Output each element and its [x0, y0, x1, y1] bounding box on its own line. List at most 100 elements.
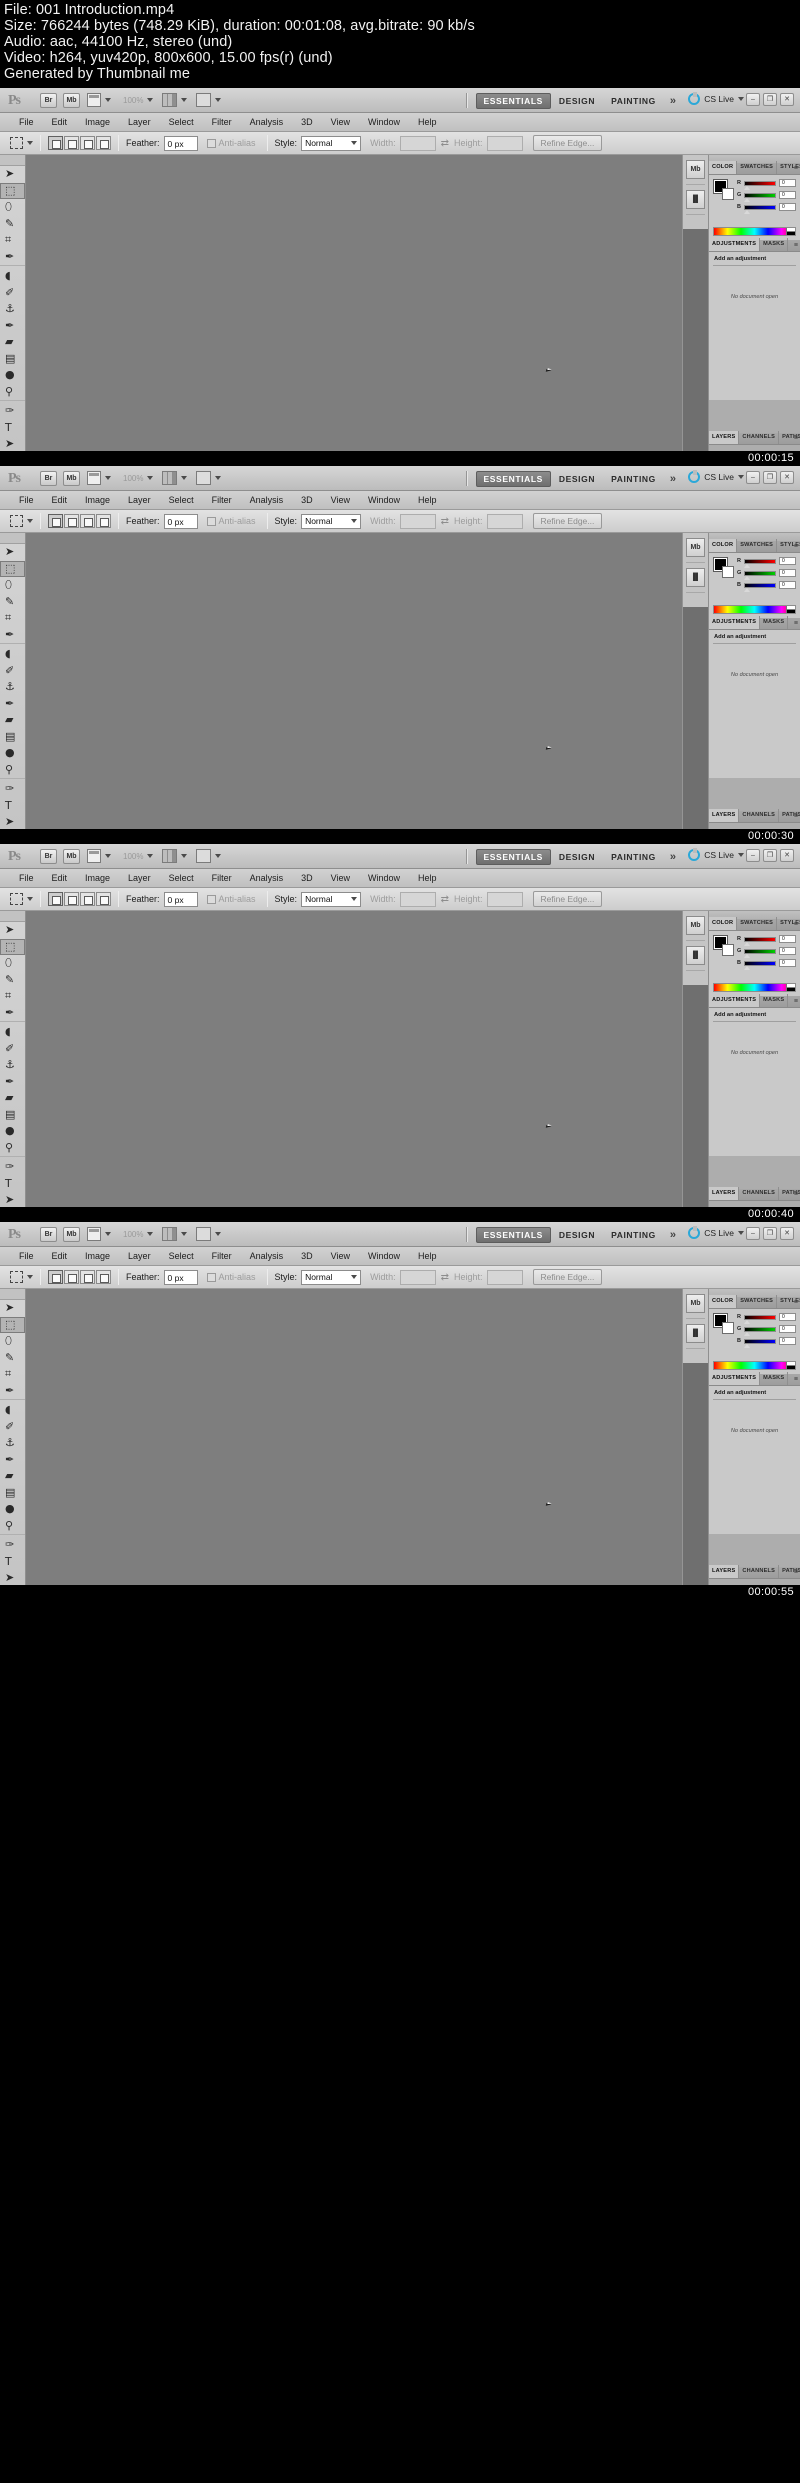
menu-item-3d[interactable]: 3D: [292, 869, 322, 888]
tab-channels[interactable]: CHANNELS: [739, 1187, 780, 1200]
subtract-from-selection-button[interactable]: [80, 1270, 95, 1284]
mini-bridge-button[interactable]: Mb: [63, 470, 80, 486]
history-brush-tool[interactable]: ✒: [0, 318, 25, 335]
height-input[interactable]: [486, 135, 523, 151]
workspace-tab-design[interactable]: DESIGN: [551, 93, 603, 109]
width-input[interactable]: [399, 1269, 436, 1285]
minimize-button[interactable]: –: [746, 1227, 760, 1240]
channel-value-g[interactable]: 0: [779, 1325, 796, 1333]
mini-bridge-rail-icon[interactable]: Mb: [686, 916, 705, 935]
tab-adjustments[interactable]: ADJUSTMENTS: [709, 238, 761, 251]
mini-bridge-rail-icon[interactable]: Mb: [686, 160, 705, 179]
menu-item-layer[interactable]: Layer: [119, 113, 160, 132]
lasso-tool[interactable]: ⬯: [0, 199, 25, 216]
menu-item-help[interactable]: Help: [409, 1247, 446, 1266]
channel-slider-b[interactable]: [744, 1338, 776, 1348]
menu-item-image[interactable]: Image: [76, 491, 119, 510]
subtract-from-selection-button[interactable]: [80, 136, 95, 150]
path-selection-tool[interactable]: ➤: [0, 436, 25, 451]
feather-input[interactable]: 0 px: [163, 513, 198, 529]
tab-layers[interactable]: LAYERS: [709, 809, 740, 822]
screen-mode-icon[interactable]: [196, 849, 212, 863]
menu-item-3d[interactable]: 3D: [292, 113, 322, 132]
menu-item-file[interactable]: File: [10, 113, 43, 132]
channel-value-b[interactable]: 0: [779, 1337, 796, 1345]
quick-selection-tool[interactable]: ✎: [0, 972, 25, 989]
pen-tool[interactable]: ✑: [0, 1537, 25, 1554]
slider-thumb[interactable]: [744, 1343, 750, 1348]
marquee-tool-icon[interactable]: [10, 137, 23, 149]
menu-item-image[interactable]: Image: [76, 113, 119, 132]
workspace-tab-painting[interactable]: PAINTING: [603, 1227, 664, 1243]
more-workspaces-button[interactable]: »: [670, 95, 676, 107]
workspace-tab-design[interactable]: DESIGN: [551, 1227, 603, 1243]
color-panel-menu-icon[interactable]: ≡: [794, 165, 798, 172]
histogram-rail-icon[interactable]: ▐▌: [686, 946, 705, 965]
menu-item-analysis[interactable]: Analysis: [241, 1247, 293, 1266]
workspace-tab-essentials[interactable]: ESSENTIALS: [475, 848, 551, 865]
blur-tool[interactable]: ●: [0, 367, 25, 384]
style-select[interactable]: Normal: [301, 135, 362, 151]
dodge-tool[interactable]: ⚲: [0, 1518, 25, 1535]
marquee-tool-icon[interactable]: [10, 1271, 23, 1283]
close-button[interactable]: ✕: [780, 471, 794, 484]
clone-stamp-tool[interactable]: ⚓: [0, 679, 25, 696]
white-black-swatches[interactable]: [786, 228, 795, 235]
workspace-tab-design[interactable]: DESIGN: [551, 471, 603, 487]
brush-tool[interactable]: ✐: [0, 1041, 25, 1058]
background-color-swatch[interactable]: [722, 944, 734, 956]
channel-value-r[interactable]: 0: [779, 1313, 796, 1321]
menu-item-help[interactable]: Help: [409, 491, 446, 510]
menu-item-image[interactable]: Image: [76, 869, 119, 888]
view-extras-dropdown[interactable]: [87, 849, 111, 863]
eraser-tool[interactable]: ▰: [0, 334, 25, 351]
white-black-swatches[interactable]: [786, 984, 795, 991]
eyedropper-tool[interactable]: ✒: [0, 249, 25, 266]
menu-item-file[interactable]: File: [10, 869, 43, 888]
new-selection-button[interactable]: [48, 892, 63, 906]
menu-item-edit[interactable]: Edit: [43, 869, 77, 888]
screen-mode-icon[interactable]: [196, 1227, 212, 1241]
menu-item-3d[interactable]: 3D: [292, 1247, 322, 1266]
menu-item-help[interactable]: Help: [409, 113, 446, 132]
histogram-rail-icon[interactable]: ▐▌: [686, 1324, 705, 1343]
style-select[interactable]: Normal: [301, 513, 362, 529]
quick-selection-tool[interactable]: ✎: [0, 216, 25, 233]
refine-edge-button[interactable]: Refine Edge...: [532, 513, 603, 529]
quick-selection-tool[interactable]: ✎: [0, 594, 25, 611]
pen-tool[interactable]: ✑: [0, 1159, 25, 1176]
marquee-tool-icon[interactable]: [10, 515, 23, 527]
bridge-button[interactable]: Br: [40, 470, 57, 486]
new-selection-button[interactable]: [48, 136, 63, 150]
tab-color[interactable]: COLOR: [709, 161, 738, 174]
color-swatches[interactable]: [713, 179, 734, 200]
move-tool[interactable]: ➤: [0, 922, 25, 939]
tab-swatches[interactable]: SWATCHES: [737, 161, 778, 174]
crop-tool[interactable]: ⌗: [0, 232, 25, 249]
tab-masks[interactable]: MASKS: [760, 994, 789, 1007]
intersect-selection-button[interactable]: [96, 514, 111, 528]
tab-color[interactable]: COLOR: [709, 1295, 738, 1308]
restore-button[interactable]: ❐: [763, 471, 777, 484]
horizontal-type-tool[interactable]: T: [0, 1176, 25, 1193]
chevron-down-icon[interactable]: [27, 519, 33, 523]
adjustments-panel-menu-icon[interactable]: ≡: [794, 242, 798, 249]
rectangular-marquee-tool[interactable]: ⬚: [0, 182, 25, 199]
menu-item-window[interactable]: Window: [359, 113, 409, 132]
channel-slider-r[interactable]: [744, 936, 776, 946]
eraser-tool[interactable]: ▰: [0, 1090, 25, 1107]
menu-item-help[interactable]: Help: [409, 869, 446, 888]
channel-slider-r[interactable]: [744, 180, 776, 190]
history-brush-tool[interactable]: ✒: [0, 1074, 25, 1091]
spot-healing-brush-tool[interactable]: ◖: [0, 1024, 25, 1041]
add-to-selection-button[interactable]: [64, 892, 79, 906]
feather-input[interactable]: 0 px: [163, 891, 198, 907]
refine-edge-button[interactable]: Refine Edge...: [532, 891, 603, 907]
slider-thumb[interactable]: [744, 1331, 750, 1336]
menu-item-window[interactable]: Window: [359, 1247, 409, 1266]
channel-value-g[interactable]: 0: [779, 191, 796, 199]
color-panel-menu-icon[interactable]: ≡: [794, 543, 798, 550]
mini-bridge-button[interactable]: Mb: [63, 848, 80, 864]
menu-item-select[interactable]: Select: [160, 491, 203, 510]
color-ramp[interactable]: [713, 605, 796, 614]
